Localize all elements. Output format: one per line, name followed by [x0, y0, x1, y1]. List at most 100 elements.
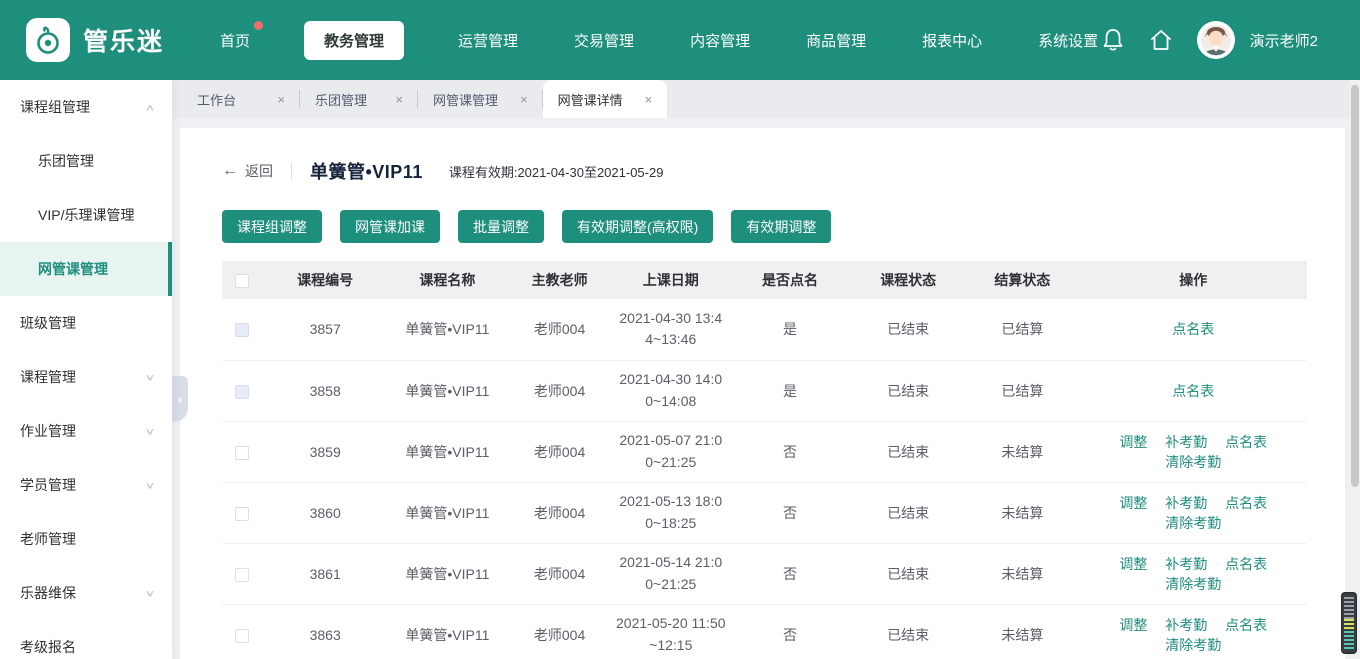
checkbox-cell — [222, 543, 262, 604]
table-row: 3859 单簧管•VIP11 老师004 2021-05-07 21:00~21… — [222, 421, 1307, 482]
row-checkbox[interactable] — [235, 629, 249, 643]
roll-call-flag: 否 — [729, 604, 851, 659]
action-button[interactable]: 网管课加课 — [340, 210, 440, 243]
teacher: 老师004 — [506, 299, 612, 360]
roll-call-flag: 是 — [729, 360, 851, 421]
settle-status: 已结算 — [965, 360, 1079, 421]
row-checkbox[interactable] — [235, 507, 249, 521]
row-checkbox[interactable] — [235, 568, 249, 582]
row-action-link[interactable]: 调整 — [1119, 434, 1147, 450]
roll-call-flag: 否 — [729, 482, 851, 543]
scroll-minimap-widget[interactable] — [1341, 592, 1357, 654]
row-checkbox[interactable] — [235, 323, 249, 337]
action-button[interactable]: 有效期调整 — [731, 210, 831, 243]
sidebar-item[interactable]: 班级管理 — [0, 296, 172, 350]
teacher: 老师004 — [506, 482, 612, 543]
brand[interactable]: 管乐迷 — [26, 18, 204, 62]
nav-item[interactable]: 报表中心 — [920, 21, 984, 60]
tab[interactable]: 网管课管理 × — [418, 80, 543, 118]
row-action-link[interactable]: 调整 — [1119, 617, 1147, 633]
action-button[interactable]: 有效期调整(高权限) — [562, 210, 713, 243]
bell-icon[interactable] — [1101, 27, 1125, 53]
course-status: 已结束 — [851, 421, 965, 482]
action-button[interactable]: 批量调整 — [458, 210, 544, 243]
avatar[interactable] — [1197, 21, 1235, 59]
teacher: 老师004 — [506, 360, 612, 421]
minimap-yellow-band — [1344, 619, 1354, 632]
table-row: 3860 单簧管•VIP11 老师004 2021-05-13 18:00~18… — [222, 482, 1307, 543]
course-name: 单簧管•VIP11 — [388, 604, 506, 659]
sidebar-item[interactable]: 课程管理 ∨ — [0, 350, 172, 404]
home-icon[interactable] — [1148, 27, 1174, 53]
row-action-link[interactable]: 点名表 — [1225, 556, 1267, 572]
row-action-link[interactable]: 调整 — [1119, 495, 1147, 511]
row-action-link[interactable]: 补考勤 — [1165, 434, 1207, 450]
action-button-row: 课程组调整 网管课加课 批量调整 有效期调整(高权限) 有效期调整 — [222, 210, 1307, 243]
nav-item[interactable]: 内容管理 — [688, 21, 752, 60]
close-icon[interactable]: × — [395, 92, 403, 107]
tab[interactable]: 网管课详情 × — [543, 80, 668, 118]
sidebar-item[interactable]: 乐团管理 — [0, 134, 172, 188]
close-icon[interactable]: × — [645, 92, 653, 107]
column-header: 结算状态 — [965, 261, 1079, 299]
nav-item[interactable]: 首页 — [218, 21, 252, 60]
row-action-link[interactable]: 调整 — [1119, 556, 1147, 572]
row-action-link[interactable]: 点名表 — [1172, 321, 1214, 337]
column-header: 课程名称 — [388, 261, 506, 299]
row-action-link[interactable]: 点名表 — [1225, 434, 1267, 450]
class-date: 2021-04-30 14:00~14:08 — [613, 360, 729, 421]
nav-item[interactable]: 运营管理 — [456, 21, 520, 60]
nav-item[interactable]: 教务管理 — [304, 21, 404, 60]
row-actions: 点名表 — [1080, 360, 1308, 421]
sidebar-item[interactable]: 老师管理 — [0, 512, 172, 566]
scrollbar-thumb[interactable] — [1351, 85, 1359, 487]
row-action-link[interactable]: 点名表 — [1225, 617, 1267, 633]
course-id: 3863 — [262, 604, 388, 659]
table-header-row: 课程编号 课程名称 主教老师 上课日期 是否点名 课程状态 结算状态 操作 — [222, 261, 1307, 299]
class-date: 2021-05-14 21:00~21:25 — [613, 543, 729, 604]
column-header: 主教老师 — [506, 261, 612, 299]
nav-item[interactable]: 系统设置 — [1036, 21, 1100, 60]
select-all-checkbox[interactable] — [235, 274, 249, 288]
row-action-link[interactable]: 补考勤 — [1165, 617, 1207, 633]
checkbox-cell — [222, 360, 262, 421]
sidebar-item[interactable]: 乐器维保 ∨ — [0, 566, 172, 620]
detail-card: ← 返回 单簧管•VIP11 课程有效期:2021-04-30至2021-05-… — [180, 128, 1345, 659]
sidebar-collapse-handle[interactable]: ‹ — [172, 376, 188, 422]
sidebar-item[interactable]: 作业管理 ∨ — [0, 404, 172, 458]
row-action-link[interactable]: 点名表 — [1225, 495, 1267, 511]
row-action-link[interactable]: 清除考勤 — [1165, 637, 1221, 653]
tab[interactable]: 工作台 × — [182, 80, 300, 118]
checkbox-cell — [222, 421, 262, 482]
nav-item[interactable]: 交易管理 — [572, 21, 636, 60]
sidebar-item[interactable]: 考级报名 — [0, 620, 172, 659]
tab[interactable]: 乐团管理 × — [300, 80, 418, 118]
sidebar-item[interactable]: 课程组管理 ∧ — [0, 80, 172, 134]
row-checkbox[interactable] — [235, 446, 249, 460]
close-icon[interactable]: × — [277, 92, 285, 107]
table-row: 3863 单簧管•VIP11 老师004 2021-05-20 11:50~12… — [222, 604, 1307, 659]
course-table: 课程编号 课程名称 主教老师 上课日期 是否点名 课程状态 结算状态 操作 — [222, 261, 1307, 659]
sidebar-item[interactable]: 学员管理 ∨ — [0, 458, 172, 512]
row-action-link[interactable]: 清除考勤 — [1165, 576, 1221, 592]
row-action-link[interactable]: 清除考勤 — [1165, 515, 1221, 531]
row-action-link[interactable]: 清除考勤 — [1165, 454, 1221, 470]
page-title: 单簧管•VIP11 — [310, 158, 423, 184]
close-icon[interactable]: × — [520, 92, 528, 107]
teacher: 老师004 — [506, 604, 612, 659]
nav-item[interactable]: 商品管理 — [804, 21, 868, 60]
class-date: 2021-05-07 21:00~21:25 — [613, 421, 729, 482]
row-action-link[interactable]: 补考勤 — [1165, 556, 1207, 572]
username[interactable]: 演示老师2 — [1250, 30, 1318, 51]
sidebar-item[interactable]: 网管课管理 — [0, 242, 172, 296]
row-action-link[interactable]: 点名表 — [1172, 383, 1214, 399]
settle-status: 未结算 — [965, 543, 1079, 604]
column-header: 上课日期 — [613, 261, 729, 299]
row-checkbox[interactable] — [235, 385, 249, 399]
sidebar-item[interactable]: VIP/乐理课管理 — [0, 188, 172, 242]
action-button[interactable]: 课程组调整 — [222, 210, 322, 243]
minimap-teal-band — [1344, 631, 1354, 649]
back-button[interactable]: ← 返回 — [222, 161, 273, 181]
course-id: 3858 — [262, 360, 388, 421]
row-action-link[interactable]: 补考勤 — [1165, 495, 1207, 511]
